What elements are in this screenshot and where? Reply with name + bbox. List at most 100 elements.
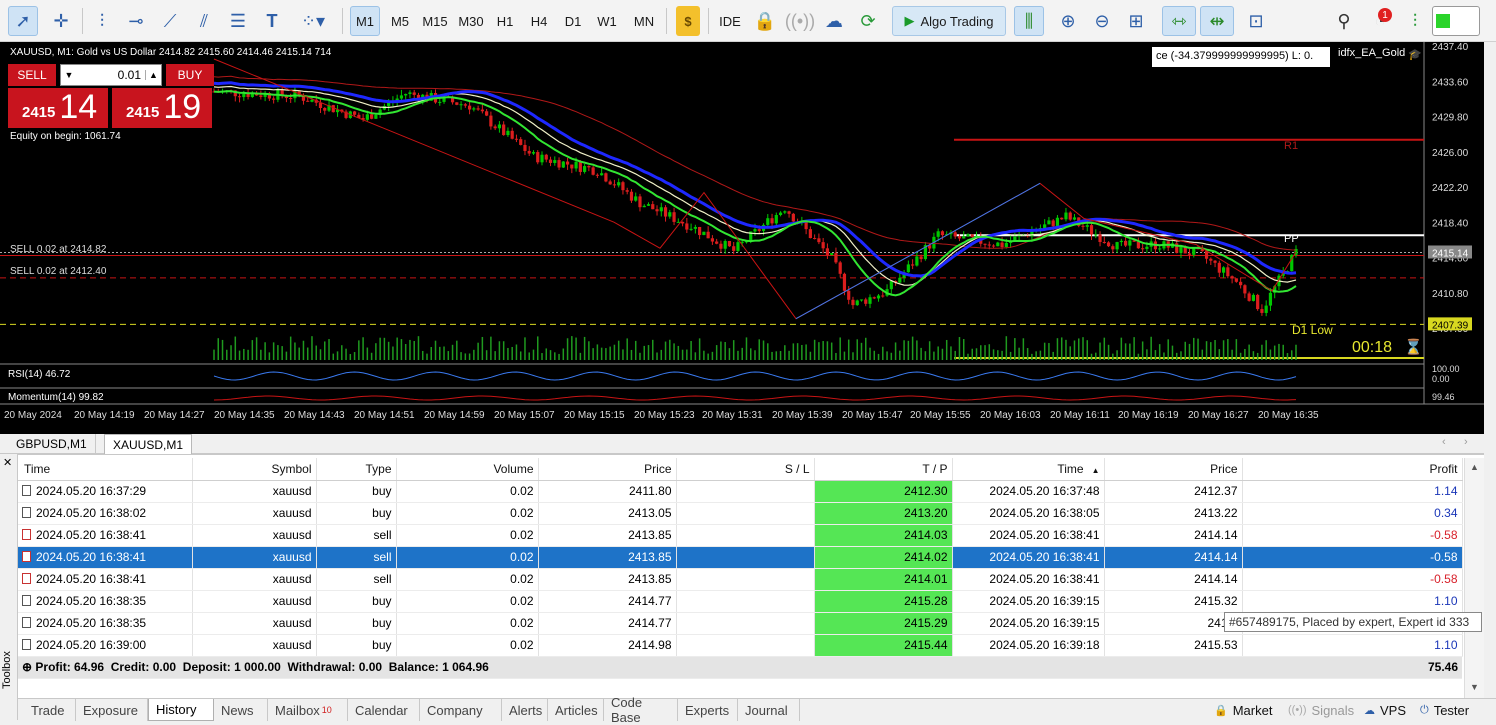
- timeframe-m30[interactable]: M30: [454, 6, 488, 36]
- scroll-down-icon[interactable]: ▼: [1470, 682, 1479, 692]
- tab-experts[interactable]: Experts: [678, 699, 738, 721]
- channel-icon[interactable]: ⫽: [190, 6, 218, 36]
- vertical-line-icon[interactable]: ⫶: [88, 6, 116, 36]
- table-row[interactable]: 2024.05.20 16:39:00 xauusd buy 0.02 2414.98 2…: [18, 634, 1463, 657]
- crosshair-tool-icon[interactable]: ✛: [46, 6, 76, 36]
- tab-code-base[interactable]: Code Base: [604, 695, 678, 725]
- close-icon[interactable]: ✕: [3, 456, 12, 469]
- shapes-dropdown-icon[interactable]: ⁘▾: [292, 6, 334, 36]
- buy-button[interactable]: BUY: [166, 64, 214, 86]
- table-row[interactable]: 2024.05.20 16:38:02 xauusd buy 0.02 2413.05 2…: [18, 502, 1463, 525]
- lock-icon[interactable]: 🔒: [752, 6, 778, 36]
- col-profit[interactable]: Profit: [1242, 458, 1463, 481]
- timeframe-w1[interactable]: W1: [592, 6, 622, 36]
- lot-up-icon[interactable]: ▲: [145, 70, 161, 80]
- new-order-icon[interactable]: $: [676, 6, 700, 36]
- tab-trade[interactable]: Trade: [24, 699, 76, 721]
- cell-close-price: 2415.53: [1104, 634, 1243, 657]
- tab-company[interactable]: Company: [420, 699, 502, 721]
- trend-line-icon[interactable]: ⟋: [156, 6, 184, 36]
- col-volume[interactable]: Volume: [396, 458, 539, 481]
- tab-journal[interactable]: Journal: [738, 699, 800, 721]
- grid-icon[interactable]: ⊞: [1122, 6, 1150, 36]
- price-chart[interactable]: 2437.40 2433.60 2429.80 2426.00 2422.20 2418.…: [0, 42, 1484, 434]
- tab-signals[interactable]: ((•)) Signals: [1288, 701, 1354, 719]
- timeframe-d1[interactable]: D1: [558, 6, 588, 36]
- chart-tab-xauusd[interactable]: XAUUSD,M1: [104, 434, 193, 454]
- table-row[interactable]: 2024.05.20 16:38:41 xauusd sell 0.02 2413.85…: [18, 524, 1463, 547]
- horizontal-line-icon[interactable]: ⊸: [122, 6, 150, 36]
- text-tool-icon[interactable]: T: [258, 6, 286, 36]
- fibonacci-icon[interactable]: ☰: [224, 6, 252, 36]
- lot-input[interactable]: 0.01: [77, 68, 145, 82]
- autoscroll-icon[interactable]: ⇿: [1162, 6, 1196, 36]
- tabs-scroll-right-icon[interactable]: ›: [1464, 436, 1468, 448]
- sync-icon[interactable]: ⟳: [854, 6, 882, 36]
- timeframe-h1[interactable]: H1: [490, 6, 520, 36]
- tab-news[interactable]: News: [214, 699, 268, 721]
- tab-exposure[interactable]: Exposure: [76, 699, 148, 721]
- timeframe-m15[interactable]: M15: [418, 6, 452, 36]
- cell-close-price: 2413.22: [1104, 502, 1243, 525]
- zoom-in-icon[interactable]: ⊕: [1054, 6, 1082, 36]
- sell-price-button[interactable]: 2415 14: [8, 88, 108, 128]
- cell-price: 2413.05: [538, 502, 677, 525]
- col-close-time[interactable]: Time ▲: [952, 458, 1105, 481]
- candles-icon[interactable]: ⫼: [1014, 6, 1044, 36]
- col-price[interactable]: Price: [538, 458, 677, 481]
- screenshot-icon[interactable]: ⊡: [1242, 6, 1270, 36]
- timeframe-m5[interactable]: M5: [384, 6, 416, 36]
- time-axis-label: 20 May 16:35: [1258, 410, 1319, 421]
- candle-body: [1004, 242, 1008, 248]
- tab-alerts[interactable]: Alerts: [502, 699, 548, 721]
- col-sl[interactable]: S / L: [676, 458, 815, 481]
- table-row[interactable]: 2024.05.20 16:38:35 xauusd buy 0.02 2414.77 2…: [18, 590, 1463, 613]
- col-type[interactable]: Type: [316, 458, 397, 481]
- search-icon[interactable]: ⚲: [1332, 6, 1356, 36]
- one-click-trading-panel: SELL ▼ 0.01 ▲ BUY 2415 14 2415 19: [8, 64, 214, 128]
- col-tp[interactable]: T / P: [814, 458, 953, 481]
- ide-button[interactable]: IDE: [714, 6, 746, 36]
- cloud-icon[interactable]: ☁: [820, 6, 848, 36]
- tab-history[interactable]: History: [148, 699, 214, 721]
- notifications-icon[interactable]: ◔ 1: [1366, 6, 1394, 36]
- toolbox-side-label[interactable]: ✕ Toolbox: [0, 454, 18, 720]
- tab-tester[interactable]: ⏻ Tester: [1420, 701, 1469, 719]
- lot-down-icon[interactable]: ▼: [61, 70, 77, 80]
- chart-window[interactable]: 2437.40 2433.60 2429.80 2426.00 2422.20 2418.…: [0, 42, 1484, 434]
- tab-market[interactable]: 🔒 Market: [1214, 701, 1272, 719]
- buy-price-button[interactable]: 2415 19: [112, 88, 212, 128]
- candle-body: [272, 98, 276, 100]
- chart-shift-icon[interactable]: ⇹: [1200, 6, 1234, 36]
- lot-stepper[interactable]: ▼ 0.01 ▲: [60, 64, 162, 86]
- tab-vps[interactable]: ☁ VPS: [1364, 701, 1406, 719]
- timeframe-m1[interactable]: M1: [350, 6, 380, 36]
- col-open-time[interactable]: Time: [18, 458, 193, 481]
- table-scrollbar[interactable]: ▲ ▼: [1464, 458, 1484, 698]
- tab-articles[interactable]: Articles: [548, 699, 604, 721]
- candle-body: [1081, 225, 1085, 227]
- timeframe-mn[interactable]: MN: [626, 6, 662, 36]
- cell-close-time: 2024.05.20 16:39:15: [952, 590, 1105, 613]
- col-close-price[interactable]: Price: [1104, 458, 1243, 481]
- order-label-1: SELL 0.02 at 2414.82: [10, 244, 107, 255]
- cell-open-time: 2024.05.20 16:38:35: [18, 612, 193, 635]
- col-symbol[interactable]: Symbol: [192, 458, 317, 481]
- expand-icon[interactable]: ⊕: [22, 660, 35, 674]
- chart-tab-gbpusd[interactable]: GBPUSD,M1: [8, 434, 96, 454]
- table-row[interactable]: 2024.05.20 16:37:29 xauusd buy 0.02 2411.80 2…: [18, 480, 1463, 503]
- order-label-2: SELL 0.02 at 2412.40: [10, 266, 107, 277]
- table-row[interactable]: 2024.05.20 16:38:41 xauusd sell 0.02 2413.85…: [18, 568, 1463, 591]
- zoom-out-icon[interactable]: ⊖: [1088, 6, 1116, 36]
- tab-mailbox[interactable]: Mailbox 10: [268, 699, 348, 721]
- candle-body: [830, 253, 834, 255]
- algo-trading-button[interactable]: ▶ Algo Trading: [892, 6, 1006, 36]
- cursor-tool-icon[interactable]: ➚: [8, 6, 38, 36]
- scroll-up-icon[interactable]: ▲: [1470, 462, 1479, 472]
- table-row[interactable]: 2024.05.20 16:38:41 xauusd sell 0.02 2413.85…: [18, 546, 1463, 569]
- sell-button[interactable]: SELL: [8, 64, 56, 86]
- timeframe-h4[interactable]: H4: [524, 6, 554, 36]
- tabs-scroll-left-icon[interactable]: ‹: [1442, 436, 1446, 448]
- signal-icon[interactable]: ((•)): [785, 6, 815, 36]
- tab-calendar[interactable]: Calendar: [348, 699, 420, 721]
